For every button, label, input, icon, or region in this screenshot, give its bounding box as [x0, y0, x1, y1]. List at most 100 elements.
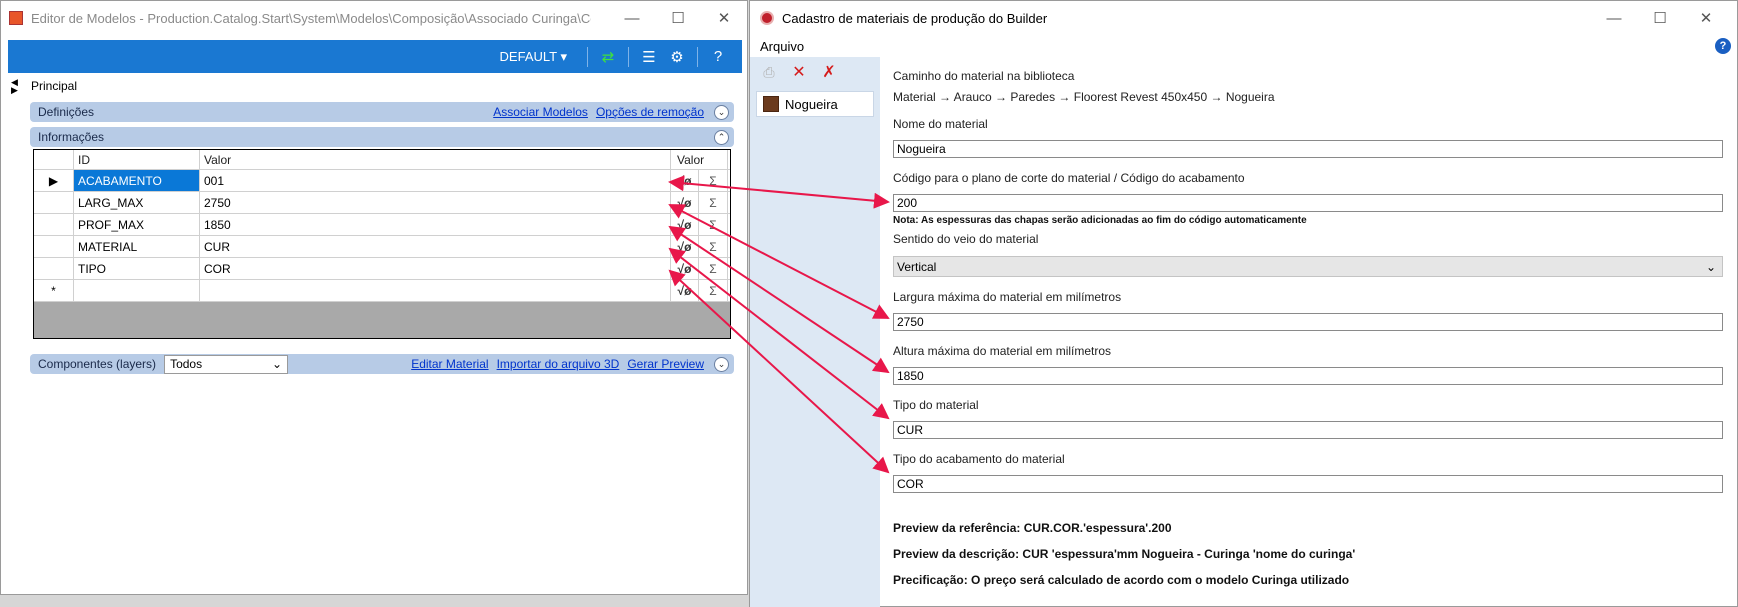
sigma-icon[interactable]: Σ [699, 192, 728, 213]
side-toolbar: ⎙ ✕ ✗ [750, 57, 880, 87]
altura-label: Altura máxima do material em milímetros [893, 344, 1112, 358]
profile-dropdown[interactable]: DEFAULT ▾ [500, 49, 567, 65]
row-selector-icon[interactable]: ▶ [34, 170, 74, 191]
minimize-icon[interactable]: — [1591, 1, 1637, 35]
importar-3d-link[interactable]: Importar do arquivo 3D [497, 357, 620, 371]
formula-icon[interactable]: √ø [671, 236, 699, 257]
componentes-select[interactable]: Todos ⌄ [164, 354, 289, 374]
left-title-bar: Editor de Modelos - Production.Catalog.S… [1, 1, 747, 35]
gear-icon[interactable]: ⚙ [666, 46, 688, 68]
caminho-label: Caminho do material na biblioteca [893, 69, 1075, 83]
formula-icon[interactable]: √ø [671, 192, 699, 213]
tipo-input[interactable]: CUR [893, 421, 1723, 439]
largura-input[interactable]: 2750 [893, 313, 1723, 331]
codigo-note: Nota: As espessuras das chapas serão adi… [893, 215, 1307, 226]
cell-id[interactable]: ACABAMENTO [74, 170, 200, 191]
cell-id[interactable]: LARG_MAX [74, 192, 200, 213]
tipo-label: Tipo do material [893, 398, 979, 412]
principal-node[interactable]: ◀ ▶ Principal [11, 78, 78, 95]
acabamento-input[interactable]: COR [893, 475, 1723, 493]
close-icon[interactable]: ✕ [701, 1, 747, 35]
componentes-section: Componentes (layers) Todos ⌄ Editar Mate… [30, 354, 734, 374]
app-icon [9, 11, 23, 25]
formula-icon[interactable]: √ø [671, 280, 699, 301]
header-valor[interactable]: Valor [200, 150, 671, 169]
maximize-icon[interactable]: ☐ [1637, 1, 1683, 35]
material-list-panel: ⎙ ✕ ✗ Nogueira [750, 57, 880, 607]
help-icon[interactable]: ? [1715, 38, 1731, 54]
sigma-icon[interactable]: Σ [699, 258, 728, 279]
sentido-select[interactable]: Vertical ⌄ [893, 256, 1723, 277]
header-valor-2[interactable]: Valor [671, 150, 728, 169]
grid-header-row: ID Valor Valor [34, 150, 730, 170]
nome-label: Nome do material [893, 117, 988, 131]
formula-icon[interactable]: √ø [671, 170, 699, 191]
left-toolbar: DEFAULT ▾ ⇄ ☰ ⚙ ? [8, 40, 742, 73]
expand-triangle-icon[interactable]: ◀ ▶ [11, 78, 23, 95]
cell-valor[interactable]: 001 [200, 170, 671, 191]
informacoes-label: Informações [38, 130, 105, 144]
minimize-icon[interactable]: — [609, 1, 655, 35]
formula-icon[interactable]: √ø [671, 258, 699, 279]
header-id[interactable]: ID [74, 150, 200, 169]
associar-modelos-link[interactable]: Associar Modelos [493, 105, 588, 119]
preview-referencia: Preview da referência: CUR.COR.'espessur… [893, 521, 1172, 535]
formula-icon[interactable]: √ø [671, 214, 699, 235]
chevron-up-icon[interactable]: ⌃ [714, 129, 729, 145]
gerar-preview-link[interactable]: Gerar Preview [627, 357, 704, 371]
sigma-icon[interactable]: Σ [699, 170, 728, 191]
preview-descricao: Preview da descrição: CUR 'espessura'mm … [893, 547, 1356, 561]
cell-valor[interactable]: CUR [200, 236, 671, 257]
cell-id[interactable]: TIPO [74, 258, 200, 279]
table-row[interactable]: ▶ ACABAMENTO 001 √ø Σ [34, 170, 730, 192]
cell-valor[interactable]: 1850 [200, 214, 671, 235]
maximize-icon[interactable]: ☐ [655, 1, 701, 35]
builder-logo-icon [760, 11, 774, 25]
cell-valor[interactable]: 2750 [200, 192, 671, 213]
list-icon[interactable]: ☰ [638, 46, 660, 68]
opcoes-remocao-link[interactable]: Opções de remoção [596, 105, 704, 119]
list-item-label: Nogueira [785, 96, 838, 112]
delete-icon[interactable]: ✕ [788, 62, 810, 82]
precificacao: Precificação: O preço será calculado de … [893, 573, 1350, 587]
help-icon[interactable]: ? [707, 46, 729, 68]
chevron-down-icon[interactable]: ⌄ [714, 104, 729, 120]
table-row[interactable]: TIPO COR √ø Σ [34, 258, 730, 280]
sigma-icon[interactable]: Σ [699, 214, 728, 235]
editar-material-link[interactable]: Editar Material [411, 357, 488, 371]
principal-label: Principal [31, 79, 78, 93]
close-icon[interactable]: ✕ [1683, 1, 1729, 35]
cell-id-new[interactable] [74, 280, 200, 301]
new-row[interactable]: * √ø Σ [34, 280, 730, 302]
refresh-icon[interactable]: ⇄ [597, 46, 619, 68]
list-item[interactable]: Nogueira [756, 91, 874, 117]
acabamento-label: Tipo do acabamento do material [893, 452, 1065, 466]
largura-label: Largura máxima do material em milímetros [893, 290, 1122, 304]
cell-id[interactable]: PROF_MAX [74, 214, 200, 235]
chevron-down-icon: ⌄ [272, 357, 283, 371]
delete-all-icon[interactable]: ✗ [818, 62, 840, 82]
cell-valor-new[interactable] [200, 280, 671, 301]
chevron-down-icon[interactable]: ⌄ [714, 356, 729, 372]
cell-valor[interactable]: COR [200, 258, 671, 279]
table-row[interactable]: MATERIAL CUR √ø Σ [34, 236, 730, 258]
cell-id[interactable]: MATERIAL [74, 236, 200, 257]
informacoes-section: Informações ⌃ [30, 127, 734, 147]
model-editor-window: Editor de Modelos - Production.Catalog.S… [0, 0, 748, 595]
right-title-bar: Cadastro de materiais de produção do Bui… [750, 1, 1737, 35]
window-title: Editor de Modelos - Production.Catalog.S… [31, 10, 591, 26]
nome-input[interactable]: Nogueira [893, 140, 1723, 158]
componentes-label: Componentes (layers) [38, 357, 157, 371]
print-icon[interactable]: ⎙ [758, 64, 780, 81]
table-row[interactable]: PROF_MAX 1850 √ø Σ [34, 214, 730, 236]
sigma-icon[interactable]: Σ [699, 280, 728, 301]
codigo-input[interactable]: 200 [893, 194, 1723, 212]
chevron-down-icon: ⌄ [1705, 259, 1716, 274]
table-row[interactable]: LARG_MAX 2750 √ø Σ [34, 192, 730, 214]
menu-arquivo[interactable]: Arquivo [760, 39, 804, 54]
sentido-label: Sentido do veio do material [893, 232, 1039, 246]
altura-input[interactable]: 1850 [893, 367, 1723, 385]
menu-bar: Arquivo ? [750, 35, 1737, 57]
codigo-label: Código para o plano de corte do material… [893, 171, 1245, 185]
sigma-icon[interactable]: Σ [699, 236, 728, 257]
